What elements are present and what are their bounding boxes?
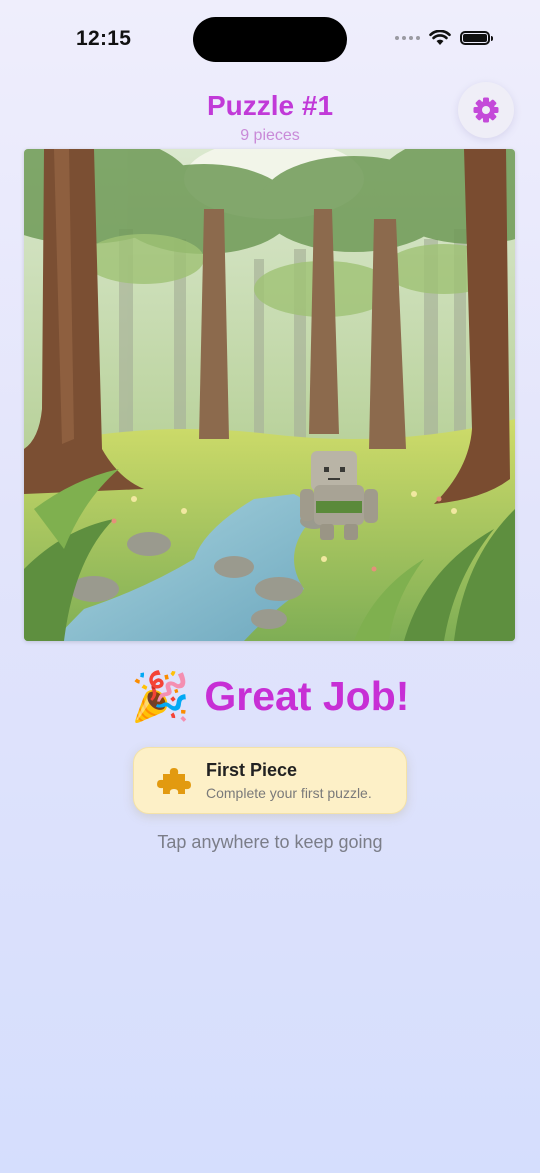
piece-count: 9 pieces xyxy=(240,127,300,144)
status-time: 12:15 xyxy=(76,27,132,50)
settings-button[interactable] xyxy=(458,82,514,138)
puzzle-image[interactable] xyxy=(24,149,515,641)
achievement-title: First Piece xyxy=(206,759,298,780)
forest-illustration xyxy=(24,149,515,641)
achievement-description: Complete your first puzzle. xyxy=(206,784,372,801)
cellular-icon xyxy=(395,36,420,40)
party-popper-icon: 🎉 xyxy=(130,671,191,724)
celebration-banner: 🎉 Great Job! xyxy=(0,668,540,725)
wifi-icon xyxy=(429,30,451,45)
continue-hint: Tap anywhere to keep going xyxy=(157,832,383,852)
status-icons xyxy=(395,30,493,46)
gear-icon xyxy=(473,97,499,123)
achievement-card[interactable]: First Piece Complete your first puzzle. xyxy=(133,747,407,814)
celebration-message: Great Job! xyxy=(204,673,410,719)
battery-icon xyxy=(460,31,493,45)
dynamic-island xyxy=(193,17,347,62)
puzzle-piece-icon xyxy=(154,761,194,801)
